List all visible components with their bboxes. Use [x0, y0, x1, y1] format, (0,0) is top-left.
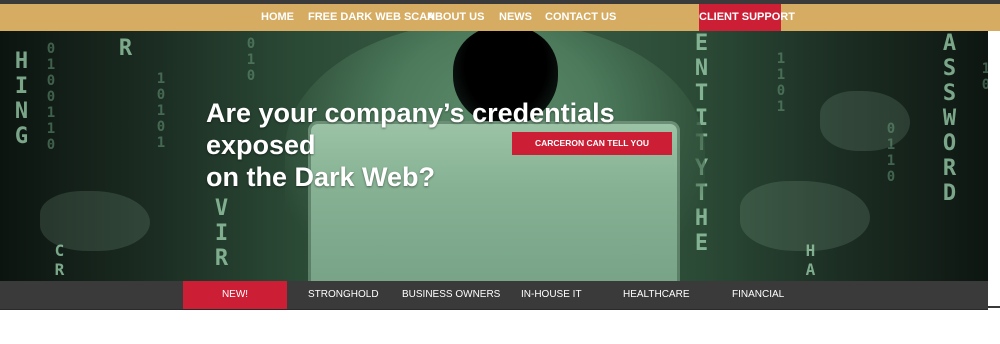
carceron-cta-button[interactable]: CARCERON CAN TELL YOU — [512, 132, 672, 155]
matrix-text-column: VIR — [209, 196, 234, 271]
page-body — [0, 310, 1000, 344]
chevron-down-icon: ˇ — [605, 0, 608, 4]
nav-contact-us[interactable]: CONTACT US ˇ — [545, 0, 617, 31]
matrix-digits: 0100110 — [43, 41, 59, 153]
subnav-healthcare[interactable]: HEALTHCARE — [623, 281, 690, 309]
subnav-in-house-it[interactable]: IN-HOUSE IT — [521, 281, 582, 309]
hero-headline-line2: on the Dark Web? — [206, 162, 436, 192]
matrix-text-column: R — [113, 36, 138, 61]
matrix-digits: 10101 — [153, 71, 169, 151]
nav-news[interactable]: NEWS — [499, 4, 532, 31]
matrix-text-column: CR — [50, 241, 69, 279]
main-navigation: HOME FREE DARK WEB SCAN ABOUT US ˇ NEWS … — [0, 0, 1000, 31]
nav-about-us-label: ABOUT US — [427, 11, 485, 23]
nav-contact-us-label: CONTACT US — [545, 11, 617, 23]
matrix-text-column: HA — [801, 241, 820, 279]
hero-edge — [988, 31, 1000, 281]
matrix-digits: 0110 — [883, 121, 899, 185]
nav-about-us[interactable]: ABOUT US ˇ — [427, 0, 485, 31]
chevron-down-icon: ˇ — [476, 0, 479, 4]
hero-banner: HING R VIR ENTITYTHE ASSWORD CR HA 01001… — [0, 31, 1000, 281]
audience-navigation: NEW! STRONGHOLD BUSINESS OWNERS IN-HOUSE… — [0, 281, 988, 310]
matrix-digits: 010 — [243, 36, 259, 84]
nav-home[interactable]: HOME — [261, 4, 294, 31]
nav-free-dark-web-scan[interactable]: FREE DARK WEB SCAN — [308, 4, 435, 31]
matrix-text-column: ASSWORD — [937, 31, 962, 206]
subnav-business-owners[interactable]: BUSINESS OWNERS — [402, 281, 500, 309]
matrix-digits: 1101 — [773, 51, 789, 115]
client-support-button[interactable]: CLIENT SUPPORT — [699, 4, 795, 31]
subnav-financial[interactable]: FINANCIAL — [732, 281, 784, 309]
matrix-text-column: HING — [9, 49, 34, 149]
subnav-new[interactable]: NEW! — [183, 281, 287, 309]
subnav-stronghold[interactable]: STRONGHOLD — [308, 281, 379, 309]
subnav-edge-rule — [988, 306, 1000, 308]
